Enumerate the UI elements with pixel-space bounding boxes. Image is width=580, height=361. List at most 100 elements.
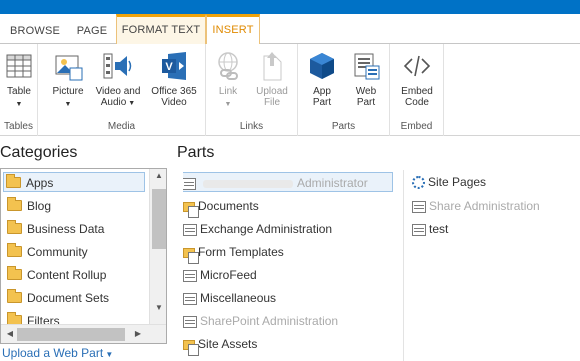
app-part-label-1: App <box>313 86 331 97</box>
picture-label: Picture <box>52 86 84 97</box>
group-label-media: Media <box>107 121 136 132</box>
embed-label-2: Code <box>405 97 429 108</box>
table-button[interactable]: Table ▼ <box>2 50 36 110</box>
ribbon-tabs: BROWSE PAGE FORMAT TEXT INSERT <box>0 14 580 45</box>
app-part-label-2: Part <box>312 97 332 108</box>
upload-label-1: Upload <box>256 86 288 97</box>
list-icon <box>183 292 197 305</box>
column-divider <box>403 170 404 361</box>
part-item-sharepoint-administration[interactable]: SharePoint Administration <box>183 311 338 331</box>
suite-bar <box>0 0 580 14</box>
picture-icon <box>52 50 84 82</box>
part-item-share-administration[interactable]: Share Administration <box>412 196 540 216</box>
scroll-up-arrow-icon[interactable]: ▲ <box>150 171 166 180</box>
part-item-test[interactable]: test <box>412 219 448 239</box>
scroll-down-arrow-icon[interactable]: ▼ <box>150 303 166 312</box>
part-label: MicroFeed <box>200 268 257 282</box>
part-label: Form Templates <box>198 245 284 259</box>
horizontal-scrollbar[interactable]: ◀ ▶ <box>1 324 166 343</box>
part-label: Site Assets <box>198 337 258 351</box>
app-part-icon <box>306 50 338 82</box>
category-label: Apps <box>26 176 54 190</box>
part-item-administrator[interactable]: Administrator <box>183 172 393 192</box>
ribbon: Table ▼ Tables Picture ▼ Video and Audio… <box>0 44 580 136</box>
video-audio-button[interactable]: Video and Audio ▼ <box>92 50 144 109</box>
redacted-text <box>203 179 293 188</box>
part-item-documents[interactable]: Documents <box>183 196 259 218</box>
tab-browse[interactable]: BROWSE <box>0 16 70 44</box>
svg-text:V: V <box>165 61 173 73</box>
part-label: Exchange Administration <box>200 222 333 236</box>
part-label: Administrator <box>297 176 368 190</box>
link-button[interactable]: Link ▼ <box>210 50 246 110</box>
web-part-button[interactable]: Web Part <box>348 50 384 108</box>
categories-listbox[interactable]: Apps Blog Business Data Community Conten… <box>0 168 167 344</box>
category-item-business-data[interactable]: Business Data <box>5 219 145 239</box>
folder-icon <box>7 243 22 258</box>
parts-list[interactable]: Administrator Documents Exchange Adminis… <box>183 170 395 361</box>
list-icon <box>183 315 197 328</box>
tab-format-text[interactable]: FORMAT TEXT <box>116 14 206 45</box>
library-icon <box>183 247 199 264</box>
category-item-document-sets[interactable]: Document Sets <box>5 288 145 308</box>
category-item-apps[interactable]: Apps <box>3 172 145 192</box>
picture-button[interactable]: Picture ▼ <box>48 50 88 110</box>
part-item-site-pages[interactable]: Site Pages <box>412 172 486 192</box>
part-label: Site Pages <box>428 175 487 189</box>
link-label: Link <box>218 86 238 97</box>
group-label-embed: Embed <box>400 121 433 132</box>
horizontal-scroll-thumb[interactable] <box>17 328 125 341</box>
group-label-links: Links <box>239 121 264 132</box>
part-item-site-assets[interactable]: Site Assets <box>183 334 258 356</box>
list-icon <box>183 269 197 282</box>
vertical-scroll-thumb[interactable] <box>152 189 166 249</box>
link-icon <box>212 50 244 82</box>
video-audio-icon <box>102 50 134 82</box>
embed-code-button[interactable]: Embed Code <box>396 50 438 108</box>
tab-page[interactable]: PAGE <box>70 16 114 44</box>
upload-web-part-link[interactable]: Upload a Web Part ▼ <box>2 346 113 360</box>
upload-label-2: File <box>263 97 281 108</box>
part-item-miscellaneous[interactable]: Miscellaneous <box>183 288 276 308</box>
app-part-button[interactable]: App Part <box>304 50 340 108</box>
list-icon <box>183 223 197 236</box>
category-item-community[interactable]: Community <box>5 242 145 262</box>
tab-insert[interactable]: INSERT <box>206 14 260 45</box>
category-item-blog[interactable]: Blog <box>5 196 145 216</box>
video-audio-label-1: Video and <box>95 86 141 97</box>
upload-file-button[interactable]: Upload File <box>252 50 292 108</box>
vertical-scrollbar[interactable]: ▲ ▼ <box>149 169 166 325</box>
upload-file-icon <box>256 50 288 82</box>
chevron-down-icon: ▼ <box>15 101 23 108</box>
category-label: Community <box>27 245 88 259</box>
scroll-right-arrow-icon[interactable]: ▶ <box>129 329 147 338</box>
group-links: Link ▼ Upload File Links <box>206 44 298 136</box>
web-part-label-2: Part <box>356 97 376 108</box>
category-label: Document Sets <box>27 291 110 305</box>
office-365-label-2: Video <box>161 97 187 108</box>
part-label: test <box>429 222 449 236</box>
category-item-content-rollup[interactable]: Content Rollup <box>5 265 145 285</box>
library-icon <box>183 339 199 356</box>
list-icon <box>183 177 196 190</box>
office-365-video-icon: V <box>158 50 190 82</box>
upload-web-part-label: Upload a Web Part <box>2 346 104 360</box>
table-label: Table <box>7 86 31 97</box>
office-365-label-1: Office 365 <box>151 86 197 97</box>
category-label: Blog <box>27 199 52 213</box>
part-label: Share Administration <box>429 199 540 213</box>
part-item-microfeed[interactable]: MicroFeed <box>183 265 257 285</box>
group-embed: Embed Code Embed <box>390 44 444 136</box>
part-label: Miscellaneous <box>200 291 277 305</box>
part-label: Documents <box>198 199 259 213</box>
part-item-exchange-administration[interactable]: Exchange Administration <box>183 219 332 239</box>
category-label: Business Data <box>27 222 105 236</box>
web-part-label-1: Web <box>355 86 377 97</box>
video-audio-label-2: Audio <box>100 97 127 108</box>
library-icon <box>183 201 199 218</box>
folder-icon <box>7 220 22 235</box>
folder-icon <box>7 266 22 281</box>
group-tables: Table ▼ Tables <box>0 44 38 136</box>
part-item-form-templates[interactable]: Form Templates <box>183 242 284 264</box>
office-365-video-button[interactable]: V Office 365 Video <box>146 50 202 108</box>
